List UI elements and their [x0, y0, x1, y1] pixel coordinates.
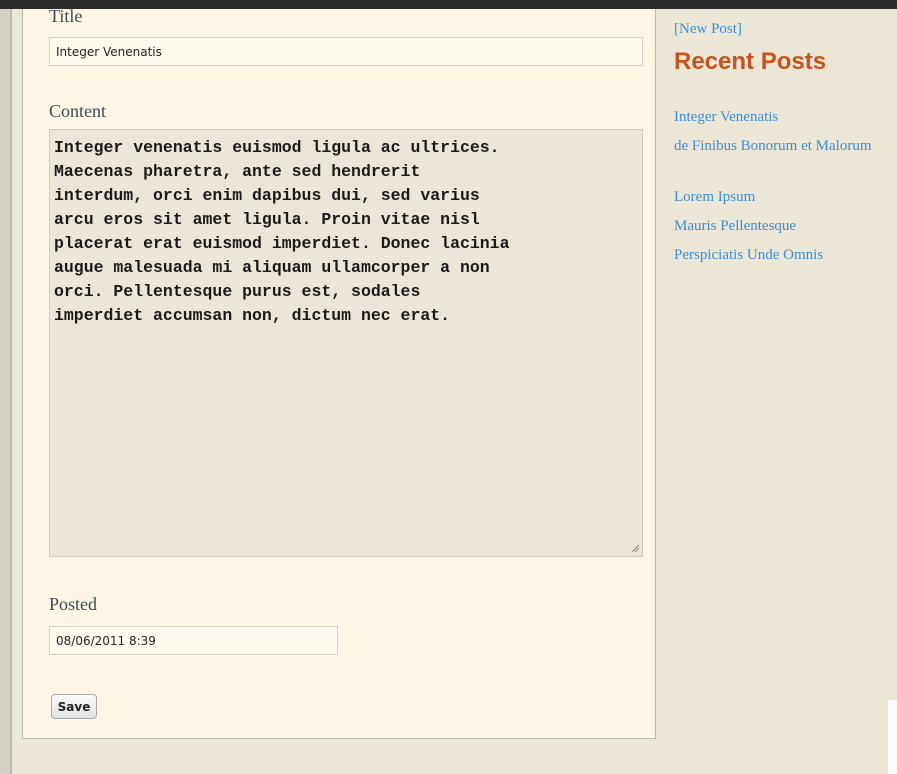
content-textarea[interactable]: Integer venenatis euismod ligula ac ultr…	[49, 129, 643, 557]
new-post-link[interactable]: [New Post]	[674, 19, 742, 40]
content-label: Content	[49, 101, 106, 121]
recent-post-link[interactable]: Lorem Ipsum	[674, 187, 874, 208]
top-bar	[0, 0, 897, 9]
recent-post-link[interactable]: Mauris Pellentesque	[674, 216, 874, 237]
posted-input[interactable]	[49, 626, 338, 655]
resize-grip-icon[interactable]	[630, 543, 640, 553]
recent-post-link[interactable]: Integer Venenatis	[674, 107, 874, 128]
title-input[interactable]	[49, 37, 643, 66]
recent-posts-heading: Recent Posts	[674, 48, 827, 75]
save-button[interactable]: Save	[51, 694, 97, 719]
recent-post-link[interactable]: Perspiciatis Unde Omnis	[674, 245, 884, 266]
posted-label: Posted	[49, 594, 98, 614]
title-label: Title	[49, 6, 83, 26]
left-window-strip	[0, 9, 10, 774]
recent-post-link[interactable]: de Finibus Bonorum et Malorum	[674, 136, 874, 157]
window-edge	[888, 700, 897, 774]
edit-post-panel: Title Content Integer venenatis euismod …	[22, 6, 656, 739]
left-strip-edge	[10, 9, 12, 774]
